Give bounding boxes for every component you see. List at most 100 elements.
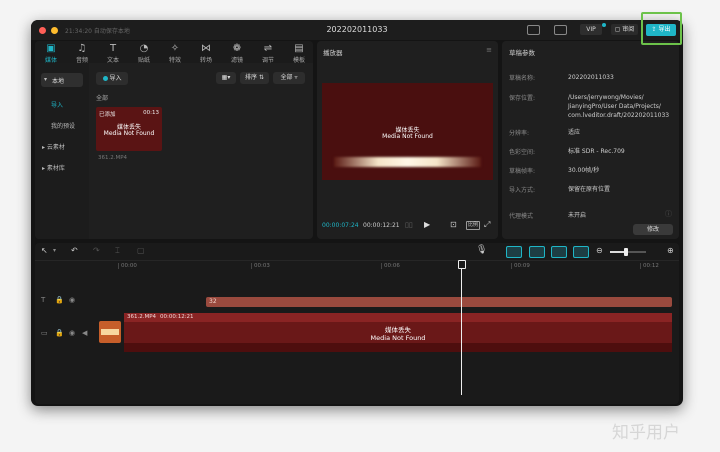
thumbnail-duration: 00:13 [143,110,159,116]
export-button[interactable]: ⇪ 导出 [646,24,676,36]
zoom-slider-handle[interactable] [624,248,628,256]
sidebar-item-cloud[interactable]: ▸ 云素材 [42,142,65,151]
eye-icon[interactable]: ◉ [69,296,75,304]
aspect-ratio-button[interactable]: 比例 [466,221,480,230]
fit-screen-icon[interactable]: ⊡ [450,220,457,229]
tool-tab-4[interactable]: ✧ 特效 [161,43,189,64]
redo-icon[interactable]: ↷ [93,246,100,255]
lock-icon[interactable]: 🔒 [55,296,64,304]
eye-icon[interactable]: ◉ [69,329,75,337]
video-clip-header: 361.2.MP4 00:00:12:21 [124,313,672,322]
total-time: 00:00:12:21 [363,222,400,229]
draft-title: 草稿参数 [509,49,535,57]
video-clip-duration: 00:00:12:21 [160,314,194,320]
sidebar-item-library[interactable]: ▸ 素材库 [42,163,65,172]
auto-reflow-icon[interactable] [573,246,589,258]
time-ruler[interactable]: 00:00 00:03 00:06 00:09 00:12 [99,261,679,273]
keyboard-icon[interactable] [527,25,540,35]
video-track-icon: ▭ [41,329,48,337]
delete-icon[interactable]: ▢ [137,246,145,255]
microphone-icon[interactable]: 🎙 [476,245,487,255]
layout-icon[interactable] [554,25,567,35]
media-icon: ▣ [46,43,56,54]
sidebar-item-local[interactable]: ▾ 本地 [41,73,83,87]
media-panel: ▣ 媒体 ♫ 音频 T 文本 ◔ 贴纸 ✧ 特效 ⋈ 转场 ❁ 滤镜 ⇌ 调节 ▤ 模板 ▾ 本地 导入 我的预设… [35,41,313,239]
transition-icon: ⋈ [201,43,211,54]
tool-tab-8[interactable]: ▤ 模板 [285,43,313,64]
preview-canvas[interactable]: 媒体丢失 Media Not Found [322,83,493,180]
cover-thumbnail[interactable] [99,321,121,343]
playhead-handle[interactable] [458,260,466,269]
media-thumbnail[interactable]: 已添加 00:13 媒体丢失 Media Not Found [96,107,162,151]
ruler-tick-label: 00:06 [384,263,400,269]
view-toggle-button[interactable]: ▦▾ [216,72,236,84]
effects-icon: ✧ [170,43,180,54]
sort-button[interactable]: 排序 ⇅ [240,72,269,84]
timecode-toggle-icon[interactable]: ▯▯ [405,221,413,229]
player-panel: 播放器 ≡ 媒体丢失 Media Not Found 00:00:07:24 0… [317,41,498,239]
tool-tab-0[interactable]: ▣ 媒体 [37,43,65,64]
zoom-in-icon[interactable]: ⊕ [667,246,674,255]
mute-icon[interactable]: ◀ [82,329,87,337]
filter-button[interactable]: 全部 ▿ [273,72,305,84]
tool-label: 调节 [261,57,274,64]
video-clip-missing-en: Media Not Found [370,334,426,342]
draft-param-value: 30.00帧/秒 [568,167,600,174]
zoom-slider[interactable] [610,248,646,256]
tool-label: 模板 [292,57,305,64]
ruler-tick-label: 00:12 [643,263,659,269]
play-button[interactable]: ▶ [424,220,430,229]
preview-axis-icon[interactable] [551,246,567,258]
playhead[interactable] [461,261,462,395]
draft-param-key: 色彩空间: [509,149,536,156]
sticker-icon: ◔ [139,43,149,54]
current-time: 00:00:07:24 [322,222,359,229]
tool-tab-3[interactable]: ◔ 贴纸 [130,43,158,64]
tool-tab-6[interactable]: ❁ 滤镜 [223,43,251,64]
draft-param-key: 草稿名称: [509,75,536,82]
ruler-tick [381,263,382,269]
draft-param-key: 代理模式 [509,213,534,220]
select-tool-icon[interactable]: ↖ [41,246,48,255]
preview-missing-en: Media Not Found [382,133,433,140]
draft-param-key: 分辨率: [509,130,530,137]
ruler-tick [118,263,119,269]
draft-param-value: 保留在原有位置 [568,186,611,193]
menu-icon[interactable]: ≡ [486,46,492,54]
preview-light-strip [334,157,481,167]
sidebar-item-import[interactable]: 导入 [51,100,63,109]
watermark: 知乎用户 [612,423,680,443]
link-icon[interactable] [529,246,545,258]
filter-icon: ▿ [292,74,298,81]
draft-param-key: 草稿帧率: [509,168,536,175]
media-sidebar: ▾ 本地 导入 我的预设 ▸ 云素材 ▸ 素材库 [35,63,89,239]
export-label: 导出 [658,26,671,33]
split-icon[interactable]: ⌶ [115,246,120,256]
draft-param-value: 适应 [568,129,581,136]
undo-icon[interactable]: ↶ [71,246,78,255]
vip-badge[interactable]: VIP [580,24,602,35]
tool-tab-1[interactable]: ♫ 音频 [68,43,96,64]
fullscreen-icon[interactable]: ⤢ [484,220,490,230]
lock-icon[interactable]: 🔒 [55,329,64,337]
review-button[interactable]: ▢ 审阅 [611,24,638,35]
all-section-label: 全部 [96,95,109,102]
timeline-toolbar: ↖ ▾ ↶ ↷ ⌶ ▢ 🎙 ⊖ ⊕ [35,243,679,261]
sidebar-item-presets[interactable]: 我的预设 [51,121,75,130]
tool-label: 转场 [199,57,212,64]
tool-tab-7[interactable]: ⇌ 调节 [254,43,282,64]
tool-tab-2[interactable]: T 文本 [99,43,127,64]
zoom-out-icon[interactable]: ⊖ [596,246,603,255]
tool-tab-5[interactable]: ⋈ 转场 [192,43,220,64]
audio-icon: ♫ [77,43,87,54]
filter-label: 全部 [280,74,293,81]
sidebar-library-label: 素材库 [46,165,65,172]
import-button[interactable]: 导入 [96,72,128,85]
video-clip[interactable]: 361.2.MP4 00:00:12:21 媒体丢失 Media Not Fou… [124,313,672,352]
text-clip[interactable]: 32 [206,297,672,307]
select-dropdown-icon[interactable]: ▾ [53,247,56,254]
magnet-snap-icon[interactable] [506,246,522,258]
edit-button[interactable]: 修改 [633,224,673,235]
video-clip-missing-zh: 媒体丢失 [385,326,411,334]
draft-param-value: 202202011033 [568,74,614,81]
